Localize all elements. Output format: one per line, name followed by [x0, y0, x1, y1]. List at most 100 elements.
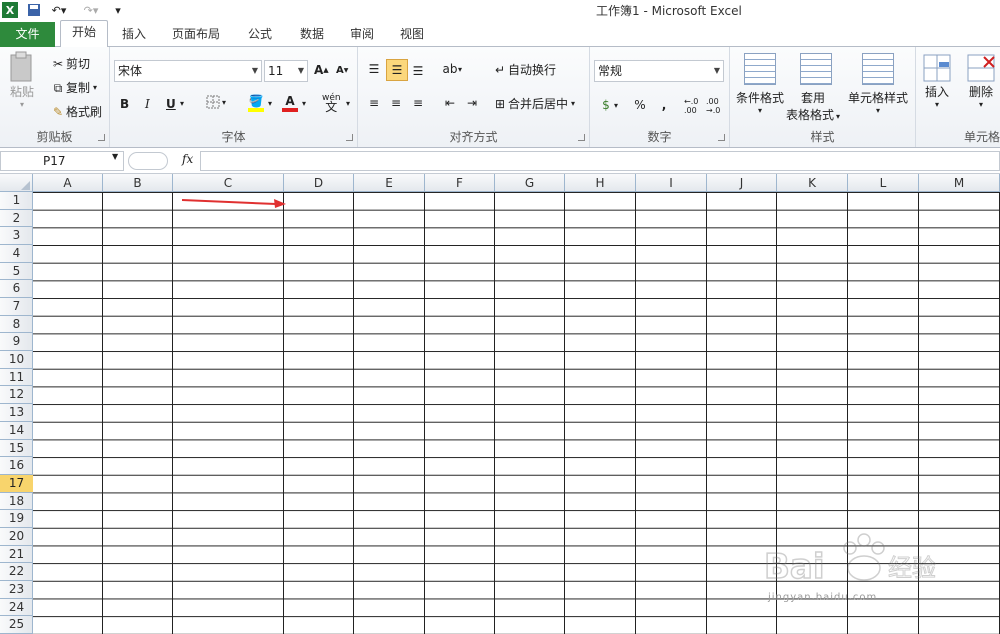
increase-decimal-button[interactable]: ←.0.00: [684, 97, 698, 115]
merge-center-button[interactable]: ⊞ 合并后居中 ▾: [492, 95, 575, 112]
number-launcher-icon[interactable]: [718, 134, 725, 141]
align-left-button[interactable]: ≡: [366, 95, 382, 111]
redo-icon[interactable]: ↷▾: [80, 2, 102, 18]
name-box-dropdown-icon[interactable]: ▼: [112, 152, 118, 161]
delete-cells-button[interactable]: 删除 ▾: [966, 53, 996, 109]
decrease-decimal-button[interactable]: .00 →.0: [706, 97, 720, 115]
format-as-table-button[interactable]: 套用 表格格式 ▾: [786, 89, 840, 123]
increase-indent-button[interactable]: ⇥: [464, 95, 480, 111]
cut-button[interactable]: ✂ 剪切: [50, 55, 90, 72]
align-right-button[interactable]: ≡: [410, 95, 426, 111]
format-painter-button[interactable]: ✎ 格式刷: [50, 103, 102, 120]
row-header-5[interactable]: 5: [0, 263, 33, 281]
column-header-D[interactable]: D: [284, 174, 354, 192]
column-header-F[interactable]: F: [425, 174, 495, 192]
copy-button[interactable]: ⧉ 复制 ▾: [50, 79, 97, 96]
phonetic-dropdown-icon[interactable]: ▾: [346, 99, 350, 108]
row-header-6[interactable]: 6: [0, 280, 33, 299]
fill-color-button[interactable]: 🪣: [248, 94, 264, 112]
align-middle-button[interactable]: ☰: [386, 59, 408, 81]
font-color-button[interactable]: A: [282, 94, 298, 112]
row-header-12[interactable]: 12: [0, 386, 33, 405]
tab-insert[interactable]: 插入: [118, 23, 150, 47]
column-header-I[interactable]: I: [636, 174, 707, 192]
row-header-11[interactable]: 11: [0, 369, 33, 387]
column-header-E[interactable]: E: [354, 174, 425, 192]
row-header-25[interactable]: 25: [0, 616, 33, 634]
excel-app-icon[interactable]: X: [2, 2, 18, 18]
clipboard-launcher-icon[interactable]: [98, 134, 105, 141]
name-box[interactable]: P17: [0, 151, 124, 171]
cell-styles-button[interactable]: 单元格样式 ▾: [848, 89, 908, 115]
row-header-20[interactable]: 20: [0, 528, 33, 546]
italic-button[interactable]: I: [145, 97, 150, 111]
shrink-font-button[interactable]: A ▼: [336, 65, 348, 76]
tab-data[interactable]: 数据: [296, 23, 328, 47]
alignment-launcher-icon[interactable]: [578, 134, 585, 141]
align-bottom-button[interactable]: ☰: [410, 63, 426, 79]
tab-view[interactable]: 视图: [396, 23, 428, 47]
tab-formulas[interactable]: 公式: [244, 23, 276, 47]
row-header-14[interactable]: 14: [0, 422, 33, 440]
row-header-18[interactable]: 18: [0, 493, 33, 511]
row-header-22[interactable]: 22: [0, 563, 33, 581]
row-header-7[interactable]: 7: [0, 298, 33, 316]
accounting-format-button[interactable]: $ ▾: [598, 97, 618, 113]
row-header-10[interactable]: 10: [0, 351, 33, 369]
row-header-23[interactable]: 23: [0, 581, 33, 599]
phonetic-button[interactable]: wén 文: [322, 94, 341, 114]
align-center-button[interactable]: ≡: [388, 95, 404, 111]
tab-review[interactable]: 审阅: [346, 23, 378, 47]
decrease-indent-button[interactable]: ⇤: [442, 95, 458, 111]
column-header-L[interactable]: L: [848, 174, 919, 192]
tab-page-layout[interactable]: 页面布局: [170, 23, 222, 47]
insert-function-icon[interactable]: fx: [182, 152, 193, 166]
row-header-8[interactable]: 8: [0, 316, 33, 334]
select-all-button[interactable]: [0, 174, 33, 192]
number-format-combo[interactable]: 常规 ▼: [594, 60, 724, 82]
font-color-dropdown-icon[interactable]: ▾: [302, 99, 306, 108]
column-header-A[interactable]: A: [33, 174, 103, 192]
tab-file[interactable]: 文件: [0, 22, 55, 47]
tab-home[interactable]: 开始: [60, 20, 108, 48]
row-header-19[interactable]: 19: [0, 510, 33, 528]
insert-cells-button[interactable]: 插入 ▾: [922, 53, 952, 109]
row-header-17[interactable]: 17: [0, 474, 33, 493]
align-top-button[interactable]: ☰: [366, 61, 382, 77]
row-header-15[interactable]: 15: [0, 440, 33, 458]
row-header-9[interactable]: 9: [0, 333, 33, 352]
customize-quick-access-icon[interactable]: ▾: [112, 2, 124, 18]
column-header-J[interactable]: J: [707, 174, 777, 192]
undo-icon[interactable]: ↶▾: [48, 2, 70, 18]
row-header-24[interactable]: 24: [0, 599, 33, 617]
underline-button[interactable]: U: [166, 97, 176, 111]
bold-button[interactable]: B: [120, 97, 129, 111]
row-header-13[interactable]: 13: [0, 404, 33, 422]
percent-button[interactable]: %: [632, 97, 648, 113]
row-header-16[interactable]: 16: [0, 457, 33, 475]
row-header-21[interactable]: 21: [0, 546, 33, 564]
formula-input[interactable]: [200, 151, 1000, 171]
wrap-text-button[interactable]: ↵ 自动换行: [492, 61, 556, 78]
column-header-C[interactable]: C: [173, 174, 284, 192]
grow-font-button[interactable]: A ▲: [314, 63, 329, 77]
font-size-combo[interactable]: 11 ▼: [264, 60, 308, 82]
save-icon[interactable]: [26, 2, 42, 18]
column-header-K[interactable]: K: [777, 174, 848, 192]
comma-button[interactable]: ,: [656, 97, 672, 113]
column-header-M[interactable]: M: [919, 174, 1000, 192]
borders-button[interactable]: ▾: [206, 95, 226, 109]
row-header-2[interactable]: 2: [0, 210, 33, 228]
underline-dropdown-icon[interactable]: ▾: [180, 99, 184, 108]
font-name-combo[interactable]: 宋体 ▼: [114, 60, 262, 82]
paste-button[interactable]: 粘贴 ▾: [8, 51, 36, 109]
fill-color-dropdown-icon[interactable]: ▾: [268, 99, 272, 108]
column-header-H[interactable]: H: [565, 174, 636, 192]
row-header-1[interactable]: 1: [0, 192, 33, 210]
font-launcher-icon[interactable]: [346, 134, 353, 141]
column-header-B[interactable]: B: [103, 174, 173, 192]
orientation-button[interactable]: ab ▾: [442, 61, 463, 77]
row-header-3[interactable]: 3: [0, 227, 33, 246]
conditional-formatting-button[interactable]: 条件格式 ▾: [736, 89, 784, 115]
row-header-4[interactable]: 4: [0, 245, 33, 263]
